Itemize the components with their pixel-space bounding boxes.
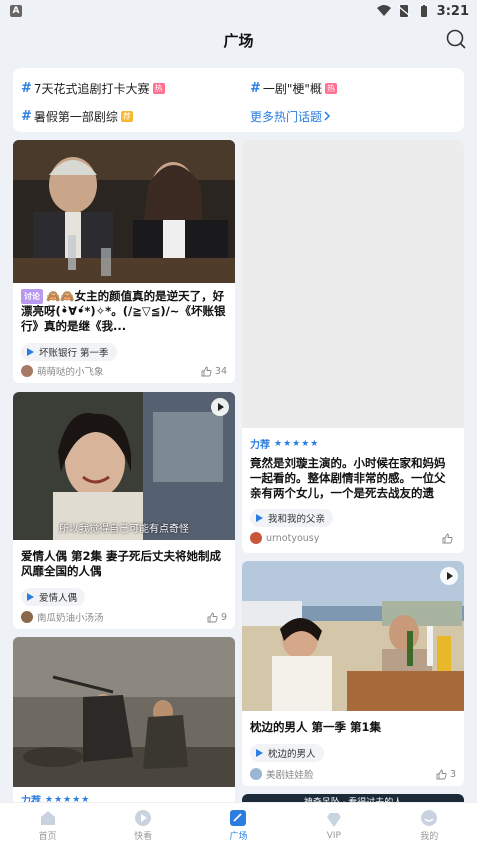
like-button[interactable]: 9 xyxy=(207,612,227,623)
square-icon xyxy=(230,810,247,826)
like-count: 3 xyxy=(449,768,456,780)
nav-profile[interactable]: 我的 xyxy=(399,809,459,842)
hot-topics-card: # 7天花式追剧打卡大赛 热 # 一剧"梗"概 热 # 暑假第一部剧综 荐 更多… xyxy=(13,68,464,132)
recommend-label: 力荐 xyxy=(250,440,270,451)
author[interactable]: 美剧娃娃脸 xyxy=(250,767,314,781)
thumb-up-icon xyxy=(201,366,212,376)
nav-quick-watch[interactable]: 快看 xyxy=(113,809,173,842)
rating: 力荐 ★★★★★ xyxy=(250,436,456,452)
post-title: 讨论 🙈🙈女主的颜值真的是逆天了，好漂亮呀(•̀∀•́*)✧*。(/≧▽≦)/~《… xyxy=(21,289,227,335)
topic-label: 暑假第一部剧综 xyxy=(33,109,118,124)
show-tag-label: 爱情人偶 xyxy=(39,593,78,604)
show-tag[interactable]: 我和我的父亲 xyxy=(250,509,334,527)
feed-card[interactable]: 讨论 🙈🙈女主的颜值真的是逆天了，好漂亮呀(•̀∀•́*)✧*。(/≧▽≦)/~《… xyxy=(13,140,235,383)
thumb-up-icon xyxy=(207,612,218,622)
like-count: 9 xyxy=(220,611,227,623)
play-icon xyxy=(27,348,34,356)
bottom-nav: 首页 快看 广场 VIP 我的 xyxy=(0,802,477,848)
topic-label: 7天花式追剧打卡大赛 xyxy=(33,81,150,96)
nav-label: 我的 xyxy=(420,832,439,842)
thumb-up-icon xyxy=(436,769,447,779)
nav-label: 首页 xyxy=(38,832,57,842)
nav-label: 快看 xyxy=(134,832,153,842)
video-play-icon[interactable] xyxy=(211,398,229,416)
more-topics-link[interactable]: 更多热门话题 xyxy=(250,104,464,128)
topic-item[interactable]: # 暑假第一部剧综 荐 xyxy=(21,104,250,128)
nav-square[interactable]: 广场 xyxy=(208,809,268,842)
post-image xyxy=(13,140,235,283)
post-title: 枕边的男人 第一季 第1集 xyxy=(250,720,382,734)
hashtag-icon: # xyxy=(21,80,32,96)
post-image xyxy=(13,637,235,787)
avatar xyxy=(21,365,33,377)
hashtag-icon: # xyxy=(250,80,261,96)
search-icon[interactable] xyxy=(445,28,467,50)
top-bar: 广场 xyxy=(0,22,477,58)
post-title: 爱情人偶 第2集 妻子死后丈夫将她制成风靡全国的人偶 xyxy=(21,549,222,578)
hot-badge: 热 xyxy=(324,82,337,94)
author[interactable]: 南瓜奶油小汤汤 xyxy=(21,610,104,624)
nav-home[interactable]: 首页 xyxy=(18,809,78,842)
video-thumbnail xyxy=(13,392,235,540)
feed-card[interactable]: 力荐 ★★★★★ 竟然是刘璇主演的。小时候在家和妈妈一起看的。整体剧情非常的感。… xyxy=(242,140,464,553)
show-tag-label: 我和我的父亲 xyxy=(268,514,326,525)
nav-vip[interactable]: VIP xyxy=(304,811,364,841)
post-image-placeholder xyxy=(242,140,464,428)
show-tag[interactable]: 爱情人偶 xyxy=(21,588,86,606)
play-icon xyxy=(27,593,34,601)
show-tag-label: 枕边的男人 xyxy=(268,749,316,760)
diamond-icon xyxy=(326,812,341,827)
video-subtitle: 所以我觉得自己可能有点奇怪 xyxy=(59,524,189,535)
like-button[interactable]: 34 xyxy=(201,366,227,377)
nav-label: 广场 xyxy=(229,832,248,842)
show-tag-label: 坏账银行 第一季 xyxy=(39,348,109,359)
feed-card[interactable]: 力荐 ★★★★★ xyxy=(13,637,235,812)
post-emoji: 🙈🙈 xyxy=(46,289,75,303)
avatar xyxy=(250,768,262,780)
more-topics-label: 更多热门话题 xyxy=(250,109,323,124)
topic-item[interactable]: # 7天花式追剧打卡大赛 热 xyxy=(21,76,250,100)
wifi-icon xyxy=(376,5,391,16)
home-icon xyxy=(40,811,55,825)
status-time: 3:21 xyxy=(436,3,469,19)
topic-label: 一剧"梗"概 xyxy=(262,81,322,96)
status-bar: A 3:21 xyxy=(0,0,477,22)
avatar xyxy=(21,611,33,623)
hashtag-icon: # xyxy=(21,108,32,124)
author-name: 南瓜奶油小汤汤 xyxy=(37,613,104,624)
show-tag[interactable]: 坏账银行 第一季 xyxy=(21,343,117,361)
author[interactable]: 萌萌哒的小飞象 xyxy=(21,364,104,378)
play-icon xyxy=(256,749,263,757)
play-circle-icon xyxy=(135,810,152,826)
like-count: 34 xyxy=(214,365,227,377)
author-name: 萌萌哒的小飞象 xyxy=(37,367,104,378)
like-button[interactable]: 3 xyxy=(436,769,456,780)
profile-icon xyxy=(421,810,438,826)
hot-badge: 热 xyxy=(152,82,165,94)
post-title: 竟然是刘璇主演的。小时候在家和妈妈一起看的。整体剧情非常的感。一位父亲有两个女儿… xyxy=(250,456,446,502)
like-button[interactable] xyxy=(442,533,456,544)
feed-card[interactable]: 枕边的男人 第一季 第1集 枕边的男人 美剧娃娃脸 3 xyxy=(242,561,464,786)
show-tag[interactable]: 枕边的男人 xyxy=(250,744,324,762)
play-icon xyxy=(256,514,263,522)
discuss-label: 讨论 xyxy=(21,289,43,304)
feed-card[interactable]: 所以我觉得自己可能有点奇怪 爱情人偶 第2集 妻子死后丈夫将她制成风靡全国的人偶… xyxy=(13,392,235,629)
author[interactable]: urnotyousy xyxy=(250,532,319,544)
video-play-icon[interactable] xyxy=(440,567,458,585)
battery-icon xyxy=(420,5,427,17)
nav-label: VIP xyxy=(326,830,341,841)
no-sim-icon xyxy=(397,5,411,17)
rating-stars: ★★★★★ xyxy=(274,438,320,449)
recommend-badge: 荐 xyxy=(120,110,133,122)
topic-item[interactable]: # 一剧"梗"概 热 xyxy=(250,76,464,100)
avatar xyxy=(250,532,262,544)
notification-icon: A xyxy=(10,5,22,17)
chevron-right-icon xyxy=(324,111,331,121)
video-thumbnail xyxy=(242,561,464,711)
thumb-up-icon xyxy=(442,533,453,543)
author-name: urnotyousy xyxy=(266,532,320,544)
author-name: 美剧娃娃脸 xyxy=(266,770,314,781)
page-title: 广场 xyxy=(223,31,254,50)
